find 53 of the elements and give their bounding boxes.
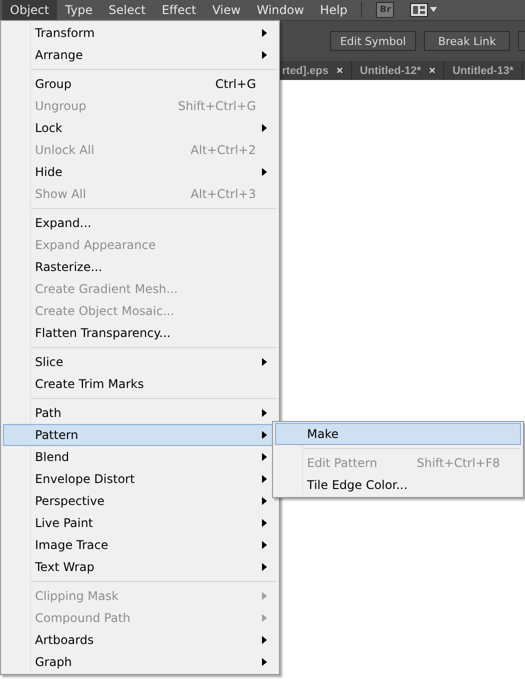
close-icon[interactable]: × xyxy=(429,64,436,76)
menu-item[interactable]: Expand... xyxy=(3,212,277,234)
menu-item[interactable]: Image Trace xyxy=(3,534,277,556)
submenu-arrow-icon xyxy=(262,51,267,59)
menu-title[interactable]: View xyxy=(204,0,249,20)
submenu-arrow-icon xyxy=(262,497,267,505)
submenu-arrow-icon xyxy=(262,29,267,37)
menu-item[interactable]: Create Trim Marks xyxy=(3,373,277,395)
menu-item[interactable]: Graph xyxy=(3,651,277,673)
submenu-arrow-icon xyxy=(262,124,267,132)
menu-item[interactable]: Path xyxy=(3,402,277,424)
submenu-arrow-icon xyxy=(262,519,267,527)
submenu-arrow-icon xyxy=(262,541,267,549)
document-tab[interactable]: Untitled-13* xyxy=(444,61,523,80)
menu-item[interactable]: Flatten Transparency... xyxy=(3,322,277,344)
submenu-arrow-icon xyxy=(262,475,267,483)
close-icon[interactable]: × xyxy=(336,64,343,76)
menu-title[interactable]: Type xyxy=(57,0,101,20)
menu-title[interactable]: Object xyxy=(2,0,58,20)
menu-item[interactable]: Slice xyxy=(3,351,277,373)
menu-item[interactable]: Blend xyxy=(3,446,277,468)
menu-item[interactable]: Group Ctrl+G xyxy=(3,73,277,95)
document-tab[interactable]: rted].eps × xyxy=(282,61,352,80)
menu-title[interactable]: Effect xyxy=(154,0,204,20)
menu-item[interactable]: Envelope Distort xyxy=(3,468,277,490)
menu-item[interactable]: Hide xyxy=(3,161,277,183)
menu-title[interactable]: Window xyxy=(248,0,312,20)
menu-title[interactable]: Help xyxy=(312,0,356,20)
menu-item[interactable]: Live Paint xyxy=(3,512,277,534)
submenu-arrow-icon xyxy=(262,614,267,622)
submenu-arrow-icon xyxy=(262,358,267,366)
submenu-arrow-icon xyxy=(262,409,267,417)
menu-item[interactable]: Artboards xyxy=(3,629,277,651)
document-tab[interactable]: Untitled-12* × xyxy=(352,61,444,80)
menu-item[interactable]: Make xyxy=(275,423,521,445)
submenu-arrow-icon xyxy=(262,592,267,600)
toolbar-button[interactable]: Break Link xyxy=(424,31,510,51)
workspace-layout-icon[interactable] xyxy=(410,3,438,17)
menu-item[interactable]: Text Wrap xyxy=(3,556,277,578)
submenu-arrow-icon xyxy=(262,563,267,571)
submenu-arrow-icon xyxy=(262,431,267,439)
menu-item[interactable]: Lock xyxy=(3,117,277,139)
menu-item[interactable]: Arrange xyxy=(3,44,277,66)
submenu-arrow-icon xyxy=(262,453,267,461)
menu-item[interactable]: Perspective xyxy=(3,490,277,512)
menu-item[interactable]: Transform xyxy=(3,22,277,44)
submenu-arrow-icon xyxy=(262,636,267,644)
submenu-arrow-icon xyxy=(262,168,267,176)
menu-item[interactable]: Tile Edge Color... xyxy=(275,474,521,496)
menu-item[interactable]: Rasterize... xyxy=(3,256,277,278)
submenu-arrow-icon xyxy=(262,658,267,666)
menu-title[interactable]: Select xyxy=(100,0,154,20)
toolbar-button[interactable]: Edit Symbol xyxy=(330,31,416,51)
